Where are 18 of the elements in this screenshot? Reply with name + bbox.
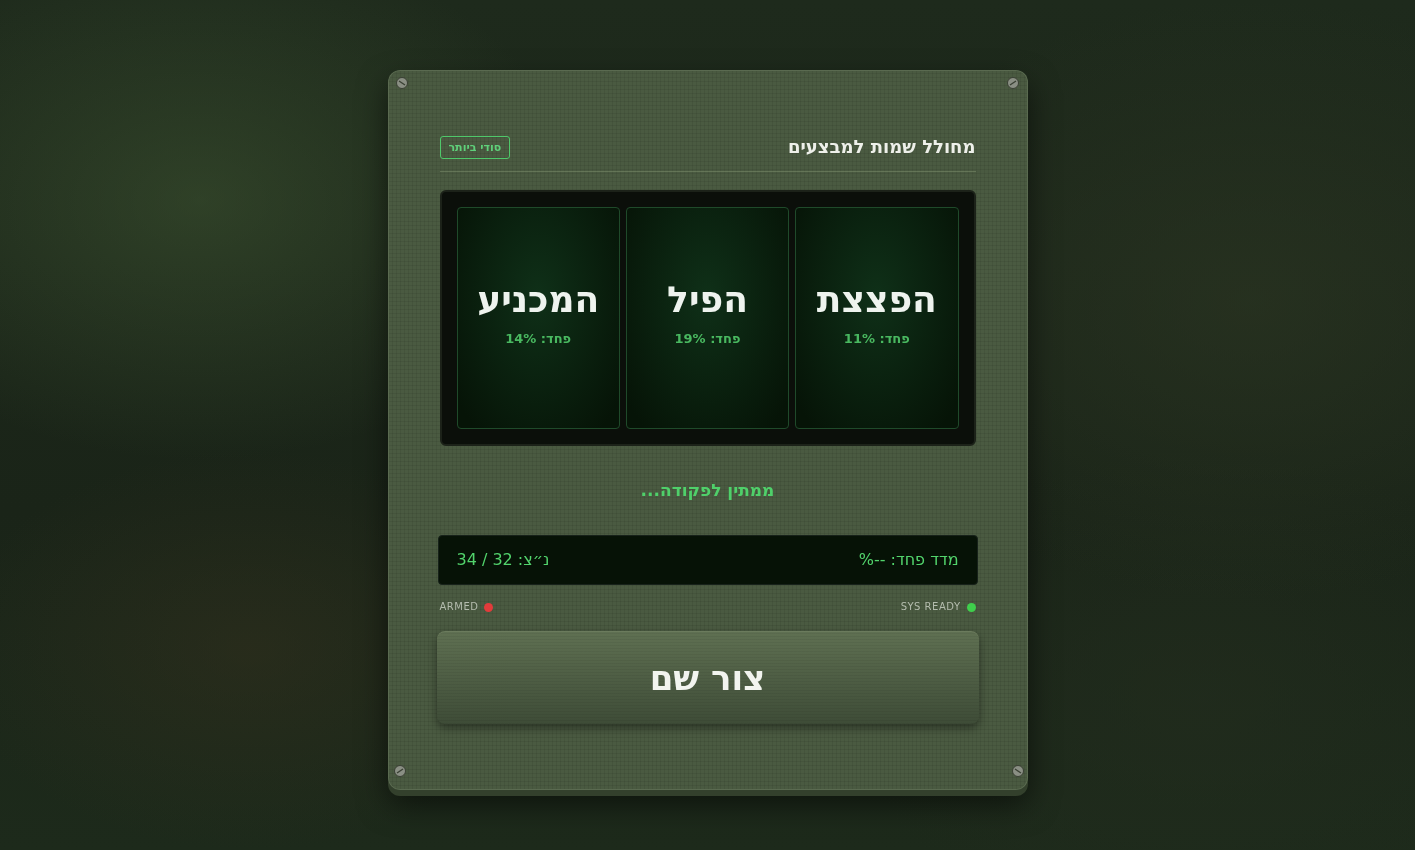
coordinates-reading: נ״צ: 32 / 34 <box>456 550 550 570</box>
fear-percentage: פחד: 11% <box>843 331 910 347</box>
reel-name: הפצצת <box>816 279 937 321</box>
indicator-label: SYS READY <box>900 600 961 614</box>
reel-name: הפיל <box>667 279 748 321</box>
fear-percentage: פחד: 19% <box>674 331 741 347</box>
generate-name-button[interactable]: צור שם <box>436 631 979 724</box>
classification-badge: סודי ביותר <box>439 135 511 159</box>
status-message: ממתין לפקודה... <box>639 479 776 502</box>
screw-icon <box>393 765 406 777</box>
screw-icon <box>1011 765 1024 777</box>
indicator-label: ARMED <box>439 600 479 614</box>
reel-name: המכניע <box>477 279 600 321</box>
fear-index-reading: מדד פחד: --% <box>858 550 959 570</box>
fear-percentage: פחד: 14% <box>505 331 572 347</box>
screw-icon <box>1006 77 1019 89</box>
screw-icon <box>395 77 408 89</box>
panel-title: מחולל שמות למבצעים <box>788 135 976 159</box>
